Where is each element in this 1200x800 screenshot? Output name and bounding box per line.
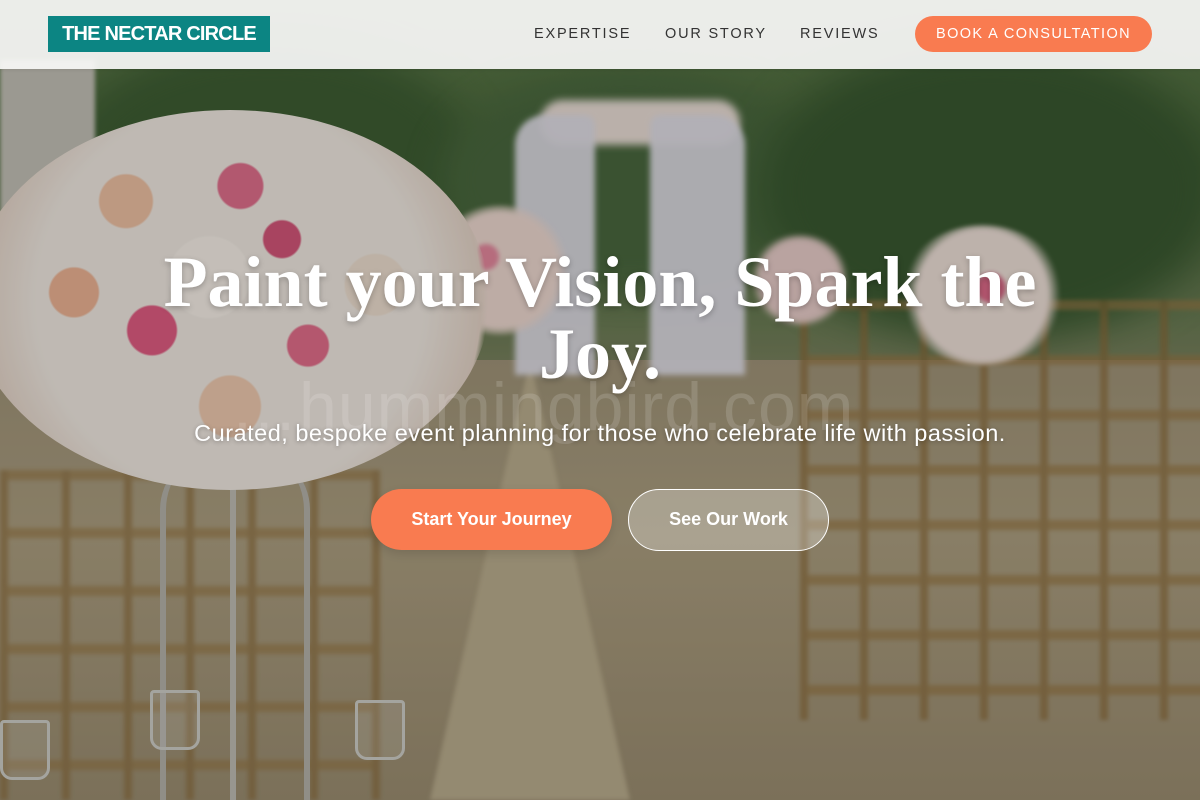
start-journey-button[interactable]: Start Your Journey [371, 489, 612, 550]
top-navbar: THE NECTAR CIRCLE EXPERTISE OUR STORY RE… [0, 0, 1200, 69]
see-our-work-button[interactable]: See Our Work [628, 489, 829, 551]
hero-title: Paint your Vision, Spark the Joy. [150, 246, 1050, 390]
hero-title-line-2: Joy. [538, 314, 662, 394]
book-consultation-button[interactable]: BOOK A CONSULTATION [915, 16, 1152, 52]
brand-logo[interactable]: THE NECTAR CIRCLE [48, 16, 270, 52]
nav-link-reviews[interactable]: REVIEWS [800, 26, 879, 43]
hero-subtitle: Curated, bespoke event planning for thos… [194, 420, 1006, 446]
nav-link-our-story[interactable]: OUR STORY [665, 26, 767, 43]
hero-title-line-1: Paint your Vision, Spark the [163, 242, 1037, 322]
nav-link-expertise[interactable]: EXPERTISE [534, 26, 631, 43]
